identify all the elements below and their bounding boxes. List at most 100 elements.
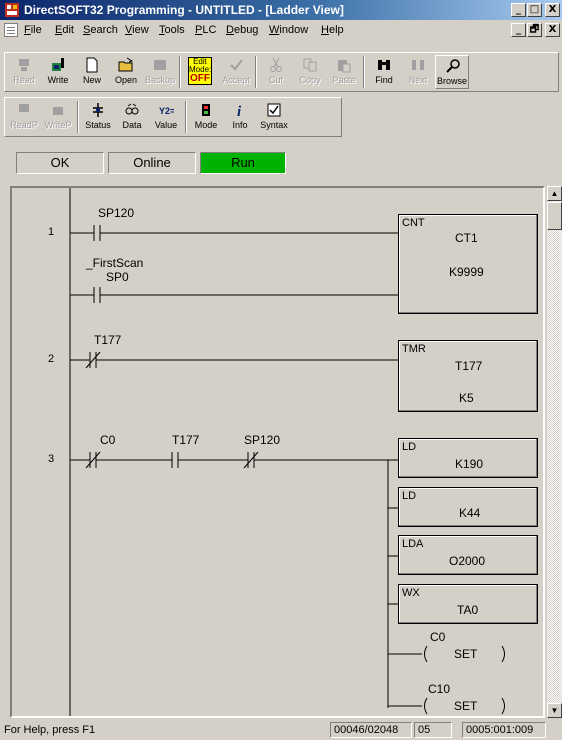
- find-button[interactable]: Find: [367, 55, 401, 89]
- menu-plc[interactable]: PLC: [195, 24, 216, 36]
- svg-text:i: i: [237, 104, 242, 118]
- ladder-view[interactable]: 1 2 3 SP120 _FirstScan SP0 T177 C0 T177 …: [10, 186, 545, 718]
- document-menu-icon[interactable]: [4, 23, 18, 37]
- menu-bar: File Edit Search View Tools PLC Debug Wi…: [0, 20, 562, 40]
- cut-button[interactable]: Cut: [259, 55, 293, 89]
- read-plc-icon: [19, 59, 29, 71]
- online-status-box: Online: [108, 152, 196, 174]
- write-button[interactable]: Write: [41, 55, 75, 89]
- contact-label[interactable]: SP120: [98, 206, 134, 220]
- plc-mode-icon: [202, 104, 210, 116]
- contact-label[interactable]: T177: [172, 433, 199, 447]
- value-button[interactable]: Y2= Value: [149, 100, 183, 134]
- window-title: DirectSOFT32 Programming - UNTITLED - [L…: [24, 3, 344, 17]
- menu-view[interactable]: View: [125, 24, 149, 36]
- accept-icon: [230, 59, 243, 71]
- mode-button[interactable]: Mode: [189, 100, 223, 134]
- directsoft-app-icon[interactable]: [4, 2, 20, 18]
- scissors-icon: [270, 57, 282, 72]
- read-button[interactable]: Read: [7, 55, 41, 89]
- status-icon: [93, 103, 103, 117]
- ld-box[interactable]: LD K190: [398, 438, 538, 478]
- rung-number: 2: [48, 353, 55, 365]
- copy-button[interactable]: Copy: [293, 55, 327, 89]
- svg-text:Y2=: Y2=: [159, 106, 174, 116]
- ld-box[interactable]: LD K44: [398, 487, 538, 527]
- toolbar-separator: [255, 56, 257, 88]
- wx-box[interactable]: WX TA0: [398, 584, 538, 624]
- readp-button[interactable]: ReadP: [7, 100, 41, 134]
- coil-instruction[interactable]: SET: [454, 699, 477, 713]
- info-icon: i: [237, 104, 242, 118]
- toolbar-separator: [185, 101, 187, 133]
- find-next-button[interactable]: Next: [401, 55, 435, 89]
- menu-edit[interactable]: Edit: [55, 24, 74, 36]
- vertical-scrollbar[interactable]: ▲ ▼: [547, 186, 562, 718]
- binoculars-icon: [378, 60, 390, 70]
- status-bar: For Help, press F1 00046/02048 05 0005:0…: [0, 720, 562, 740]
- browse-button[interactable]: Browse: [435, 55, 469, 89]
- maximize-button[interactable]: □: [527, 3, 542, 17]
- ok-status-box: OK: [16, 152, 104, 174]
- contact-label[interactable]: SP120: [244, 433, 280, 447]
- syntax-check-icon: [267, 103, 281, 117]
- paste-button[interactable]: Paste: [327, 55, 361, 89]
- scroll-up-button[interactable]: ▲: [547, 186, 562, 201]
- read-program-icon: [19, 104, 29, 112]
- contact-label[interactable]: C0: [100, 433, 115, 447]
- edit-mode-icon: Edit Mode: OFF: [188, 57, 212, 85]
- mdi-minimize-button[interactable]: _: [511, 23, 526, 37]
- edit-mode-button[interactable]: Edit Mode: OFF: [183, 55, 217, 89]
- memory-usage: 00046/02048: [330, 722, 412, 738]
- accept-button[interactable]: Accept: [219, 55, 253, 89]
- menu-help[interactable]: Help: [321, 24, 344, 36]
- toolbar-separator: [363, 56, 365, 88]
- info-button[interactable]: i Info: [223, 100, 257, 134]
- data-view-icon: [125, 103, 139, 115]
- secondary-toolbar: ReadP WriteP Status Data Y2= Value Mode …: [4, 97, 342, 137]
- coil-address[interactable]: C0: [430, 630, 445, 644]
- cursor-position: 0005:001:009: [462, 722, 546, 738]
- toolbar-separator: [179, 56, 181, 88]
- backup-icon: [154, 60, 166, 70]
- open-button[interactable]: Open: [109, 55, 143, 89]
- writep-button[interactable]: WriteP: [41, 100, 75, 134]
- counter-box[interactable]: CNT CT1 K9999: [398, 214, 538, 314]
- rung-number: 1: [48, 226, 55, 238]
- browse-icon: [446, 59, 460, 73]
- menu-tools[interactable]: Tools: [159, 24, 185, 36]
- column-indicator: 05: [414, 722, 452, 738]
- close-button[interactable]: X: [545, 3, 560, 17]
- scroll-down-button[interactable]: ▼: [547, 703, 562, 718]
- menu-search[interactable]: Search: [83, 24, 118, 36]
- mdi-restore-button[interactable]: 🗗: [527, 23, 542, 37]
- new-document-icon: [86, 57, 98, 73]
- menu-file[interactable]: File: [24, 24, 42, 36]
- timer-box[interactable]: TMR T177 K5: [398, 340, 538, 412]
- open-folder-icon: [118, 57, 134, 72]
- toolbar-separator: [77, 101, 79, 133]
- backup-button[interactable]: Backup: [143, 55, 177, 89]
- status-button[interactable]: Status: [81, 100, 115, 134]
- mdi-close-button[interactable]: X: [545, 23, 560, 37]
- menu-window[interactable]: Window: [269, 24, 308, 36]
- contact-label[interactable]: SP0: [106, 270, 129, 284]
- menu-debug[interactable]: Debug: [226, 24, 258, 36]
- contact-label[interactable]: T177: [94, 333, 121, 347]
- coil-instruction[interactable]: SET: [454, 647, 477, 661]
- value-icon: Y2=: [159, 106, 174, 116]
- minimize-button[interactable]: _: [511, 3, 526, 17]
- main-toolbar: Read Write New Open Backup Edit Mode: OF…: [4, 52, 559, 92]
- coil-address[interactable]: C10: [428, 682, 450, 696]
- find-next-icon: [412, 60, 424, 70]
- contact-label[interactable]: _FirstScan: [86, 256, 143, 270]
- lda-box[interactable]: LDA O2000: [398, 535, 538, 575]
- rung-number: 3: [48, 453, 55, 465]
- copy-icon: [303, 58, 317, 72]
- syntax-button[interactable]: Syntax: [257, 100, 291, 134]
- run-status-box: Run: [200, 152, 286, 174]
- data-button[interactable]: Data: [115, 100, 149, 134]
- new-button[interactable]: New: [75, 55, 109, 89]
- help-text: For Help, press F1: [4, 724, 96, 736]
- scroll-thumb[interactable]: [547, 202, 562, 230]
